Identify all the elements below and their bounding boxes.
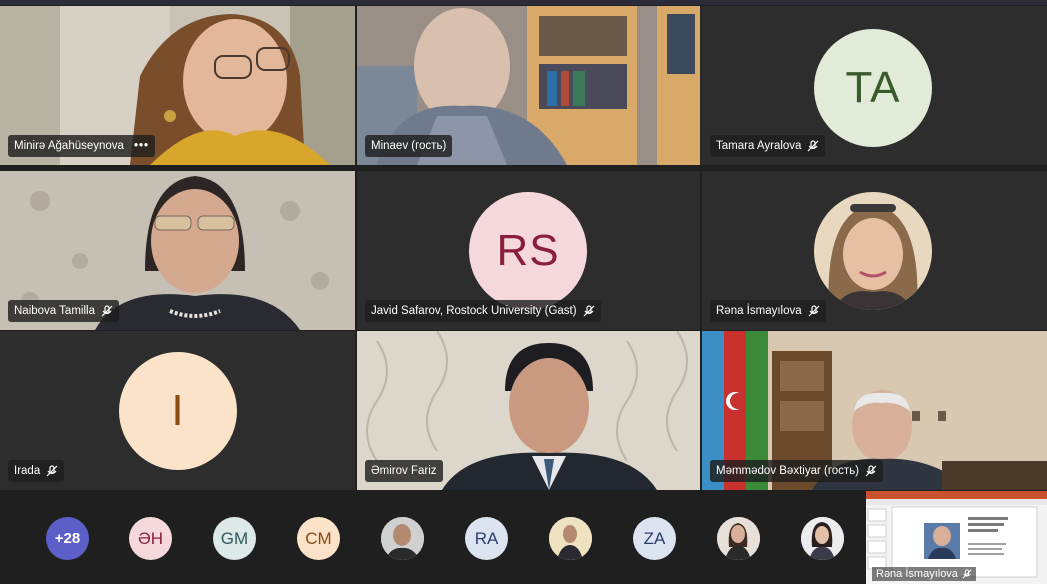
mic-muted-icon [808,305,820,317]
avatar [814,192,932,310]
video-tile-rena[interactable]: Rəna İsmayılova [702,171,1047,330]
roster-avatar[interactable] [717,517,760,560]
participant-name-tag: Minaev (гость) [365,135,453,157]
video-tile-emirov[interactable]: Əmirov Fariz [357,331,700,490]
participant-name: Minirə Ağahüseynova [14,140,124,152]
participant-name: Məmmədov Bəxtiyar (гость) [716,465,860,477]
more-options-icon[interactable]: ••• [134,140,149,152]
presenter-name-tag: Rəna İsmayılova [872,567,976,581]
roster-avatar[interactable]: CM [297,517,340,560]
avatar-photo [814,192,932,310]
video-tile-minaev[interactable]: Minaev (гость) [357,6,712,165]
participant-name-tag: Rəna İsmayılova [710,300,826,322]
presenter-name: Rəna İsmayılova [876,568,958,580]
mic-muted-icon [808,140,819,152]
participant-name-tag: Irada [8,460,65,482]
roster-avatar[interactable] [549,517,592,560]
participant-name: Tamara Ayralova [716,140,802,152]
participant-name-tag: Minirə Ağahüseynova ••• [8,135,156,157]
roster-avatar[interactable] [381,517,424,560]
video-tile-tamara[interactable]: TA Tamara Ayralova [702,6,1047,165]
overflow-participants-button[interactable]: +28 [46,517,89,560]
participant-name-tag: Əmirov Fariz [365,460,443,482]
avatar-initials: ƏH [137,528,164,548]
participant-name: Rəna İsmayılova [716,305,802,317]
mic-muted-icon [962,569,972,579]
avatar-photo [717,517,760,560]
avatar-photo [549,517,592,560]
avatar-initials: ZA [643,528,666,548]
roster-avatar[interactable]: GM [213,517,256,560]
video-tile-javid[interactable]: RS Javid Safarov, Rostock University (Ga… [357,171,700,330]
participant-name: Naibova Tamilla [14,305,95,317]
mic-muted-icon [865,465,877,477]
participant-name-tag: Naibova Tamilla [8,300,119,322]
avatar-photo [801,517,844,560]
participant-name: Əmirov Fariz [371,465,437,477]
mic-muted-icon [101,305,113,317]
participant-name-tag: Tamara Ayralova [710,135,826,157]
avatar-initials: TA [845,63,901,112]
roster-avatar[interactable]: RA [465,517,508,560]
video-tile-irada[interactable]: I Irada [0,331,355,490]
video-tile-memmedov[interactable]: Məmmədov Bəxtiyar (гость) [702,331,1047,490]
avatar: I [119,352,237,470]
avatar: RS [469,192,587,310]
avatar-photo [381,517,424,560]
roster-avatar[interactable] [801,517,844,560]
avatar: TA [814,29,932,147]
avatar-initials: GM [220,528,249,548]
avatar-initials: RS [496,226,560,275]
overflow-count: +28 [54,530,81,547]
participant-name-tag: Məmmədov Bəxtiyar (гость) [710,460,884,482]
avatar-initials: CM [305,528,332,548]
video-tile-minire[interactable]: Minirə Ağahüseynova ••• [0,6,355,165]
participant-name: Irada [14,465,41,477]
participant-name-tag: Javid Safarov, Rostock University (Gast) [365,300,601,322]
roster-avatar[interactable]: ƏH [129,517,172,560]
top-strip [0,0,1047,5]
mic-muted-icon [46,465,58,477]
mic-muted-icon [583,305,595,317]
shared-screen-thumbnail[interactable]: Rəna İsmayılova [866,491,1047,584]
participant-name: Minaev (гость) [371,140,447,152]
roster-avatar[interactable]: ZA [633,517,676,560]
video-tile-naibova[interactable]: Naibova Tamilla [0,171,355,330]
avatar-initials: RA [474,528,499,548]
avatar-initials: I [171,386,185,435]
participant-name: Javid Safarov, Rostock University (Gast) [371,305,577,317]
